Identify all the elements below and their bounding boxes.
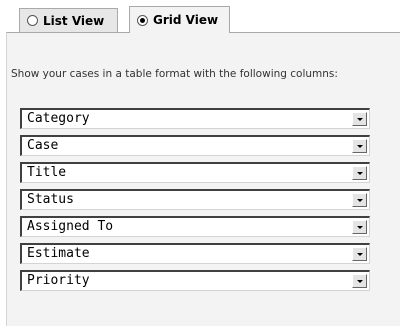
column-select-5[interactable]: Assigned To	[20, 216, 370, 237]
column-select-2[interactable]: Case	[20, 135, 370, 156]
column-select-7[interactable]: Priority	[20, 270, 370, 291]
dropdown-arrow-icon[interactable]	[352, 193, 367, 207]
tab-label: List View	[43, 13, 105, 28]
select-value: Estimate	[27, 246, 90, 261]
grid-view-radio[interactable]	[137, 14, 148, 26]
description-text: Show your cases in a table format with t…	[11, 68, 338, 80]
column-select-6[interactable]: Estimate	[20, 243, 370, 264]
select-value: Status	[27, 192, 74, 207]
dropdown-arrow-icon[interactable]	[352, 112, 367, 126]
radio-dot-icon	[140, 17, 145, 23]
select-value: Assigned To	[27, 219, 114, 234]
dropdown-arrow-icon[interactable]	[352, 139, 367, 153]
dropdown-arrow-icon[interactable]	[352, 166, 367, 180]
tab-grid-view[interactable]: Grid View	[129, 6, 230, 33]
select-value: Category	[27, 111, 90, 126]
dropdown-arrow-icon[interactable]	[352, 220, 367, 234]
list-view-radio[interactable]	[27, 15, 38, 26]
column-select-4[interactable]: Status	[20, 189, 370, 210]
dropdown-arrow-icon[interactable]	[352, 247, 367, 261]
column-select-1[interactable]: Category	[20, 108, 370, 129]
select-value: Priority	[27, 273, 90, 288]
column-select-3[interactable]: Title	[20, 162, 370, 183]
dropdown-arrow-icon[interactable]	[352, 274, 367, 288]
select-value: Title	[27, 165, 67, 180]
tab-list-view[interactable]: List View	[19, 8, 118, 32]
select-value: Case	[27, 138, 59, 153]
tab-label: Grid View	[153, 13, 219, 27]
